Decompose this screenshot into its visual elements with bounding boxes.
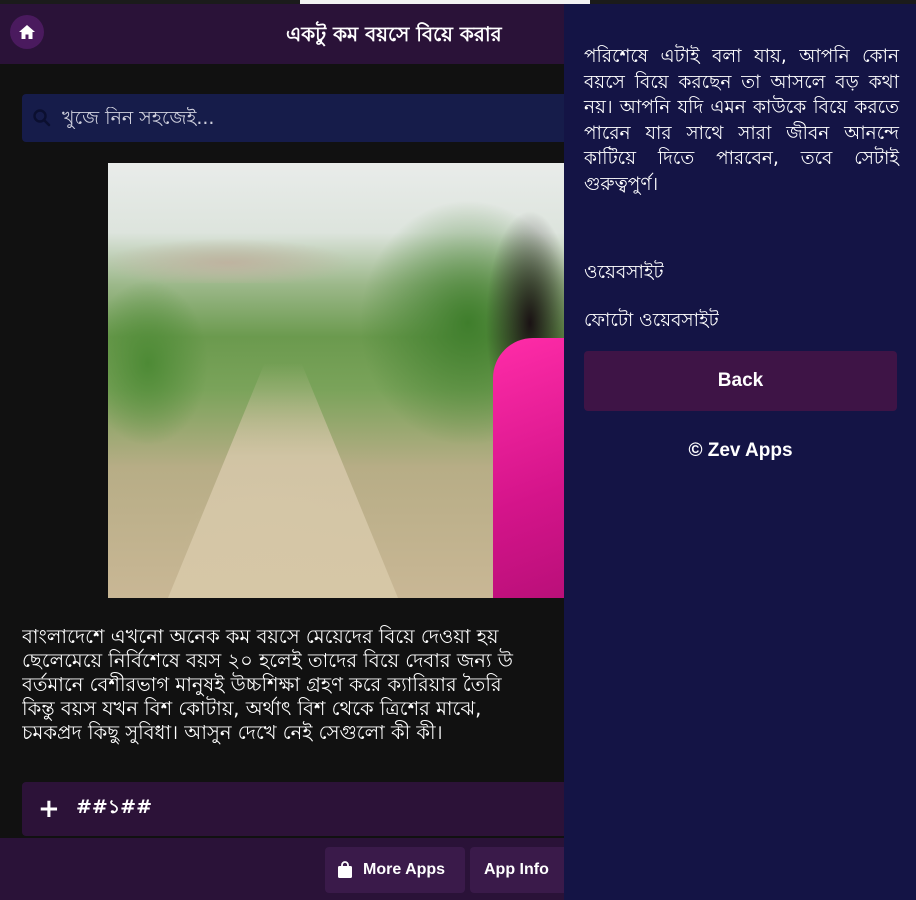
article-line: বর্তমানে বেশীরভাগ মানুষই উচ্চশিক্ষা গ্রহ… (22, 673, 502, 696)
side-panel: পরিশেষে এটাই বলা যায়, আপনি কোন বয়সে বি… (564, 4, 916, 900)
article-line: কিন্তু বয়স যখন বিশ কোটায়, অর্থাৎ বিশ থ… (22, 697, 482, 720)
app-info-button[interactable]: App Info (470, 847, 570, 893)
search-input[interactable] (62, 107, 542, 129)
plus-icon: + (38, 794, 60, 824)
accordion-section-1[interactable]: + ##১## (22, 782, 582, 836)
home-button[interactable] (10, 15, 44, 49)
search-icon (33, 109, 51, 127)
app-info-label: App Info (484, 861, 549, 878)
panel-paragraph: পরিশেষে এটাই বলা যায়, আপনি কোন বয়সে বি… (584, 46, 899, 195)
article-line: ছেলেমেয়ে নির্বিশেষে বয়স ২০ হলেই তাদের … (22, 649, 513, 672)
article-line: চমকপ্রদ কিছু সুবিধা। আসুন দেখে নেই সেগুল… (22, 721, 443, 744)
accordion-label: ##১## (76, 796, 153, 818)
search-bar[interactable] (22, 94, 582, 142)
back-button[interactable]: Back (584, 351, 897, 411)
home-icon (19, 25, 35, 39)
more-apps-label: More Apps (363, 861, 446, 878)
photo-website-link[interactable]: ফোটো ওয়েবসাইট (584, 306, 719, 337)
article-text: বাংলাদেশে এখনো অনেক কম বয়সে মেয়েদের বি… (22, 625, 582, 745)
copyright-text: © Zev Apps (688, 440, 793, 461)
page-title: একটু কম বয়সে বিয়ে করার (286, 22, 502, 46)
shopping-bag-icon (338, 861, 352, 878)
article-line: বাংলাদেশে এখনো অনেক কম বয়সে মেয়েদের বি… (22, 625, 499, 648)
website-link[interactable]: ওয়েবসাইট (584, 258, 664, 289)
more-apps-button[interactable]: More Apps (325, 847, 465, 893)
article-photo (108, 163, 578, 598)
